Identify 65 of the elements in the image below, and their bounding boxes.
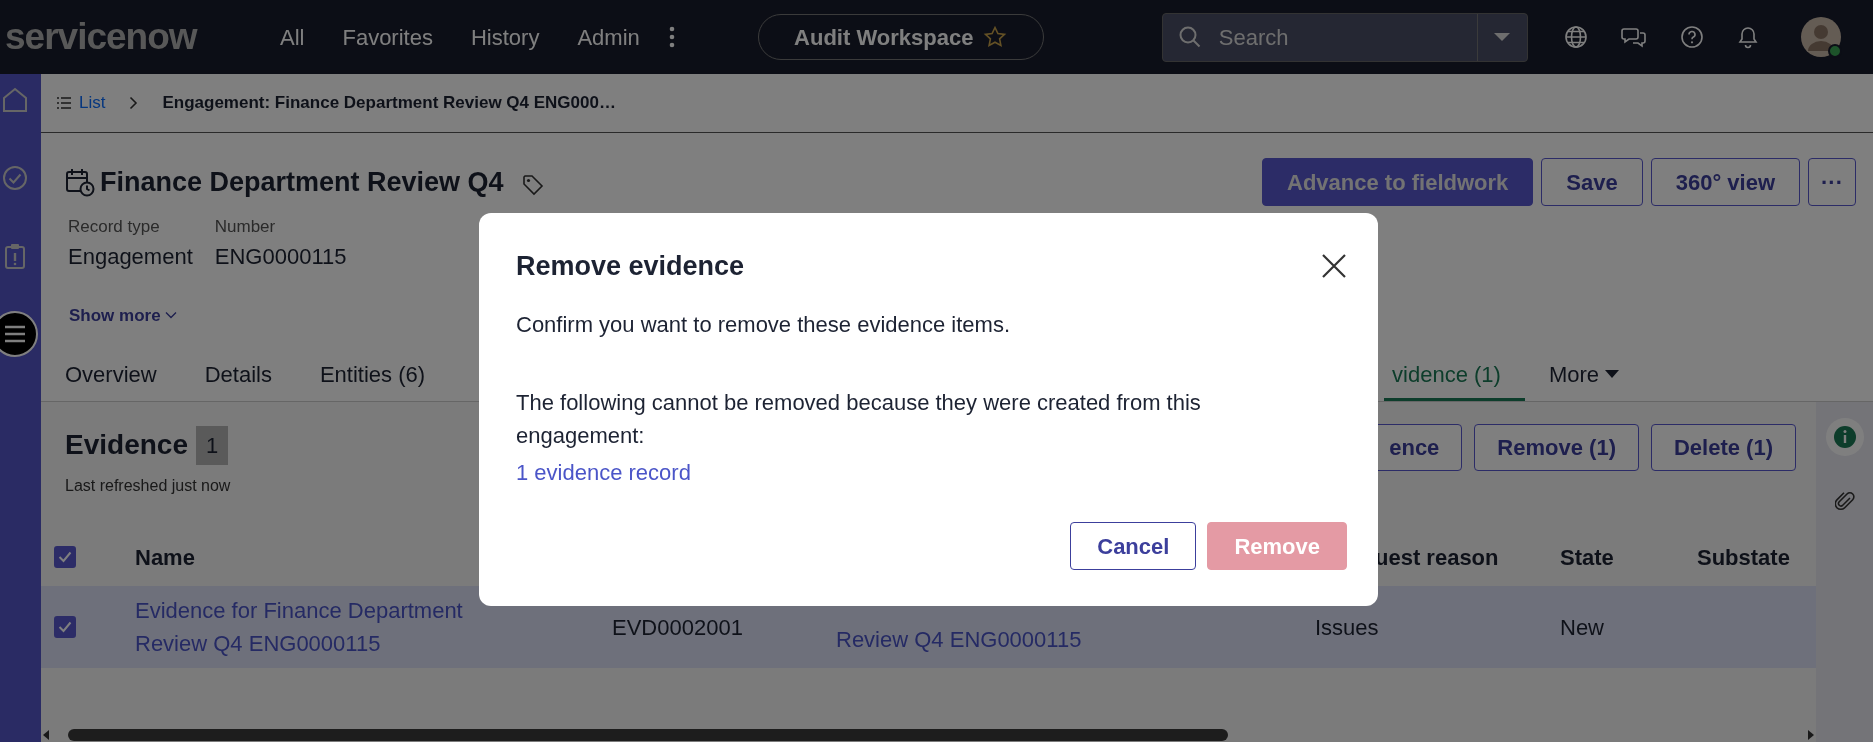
paperclip-icon[interactable] (1834, 489, 1855, 513)
calendar-clock-icon (65, 167, 95, 197)
toolbar-button[interactable]: Remove (1) (1474, 424, 1639, 471)
table-cell-text: New (1560, 613, 1604, 642)
tab[interactable]: Overview (65, 350, 181, 401)
nav-link[interactable]: History (470, 20, 540, 54)
action-button[interactable]: 360° view (1650, 158, 1800, 206)
field-value: ENG0000115 (214, 242, 347, 271)
tab[interactable]: Entities (6) (295, 350, 450, 401)
section-title: Evidence (65, 428, 188, 462)
dialog-note: The following cannot be removed because they were created from this engagement: (516, 389, 1202, 451)
bell-icon[interactable] (1736, 25, 1759, 49)
search-input[interactable]: Search (1216, 19, 1477, 55)
field-label: Number (214, 216, 277, 238)
column-header[interactable]: Name (135, 540, 195, 574)
chevron-down-icon (164, 311, 177, 320)
dialog-message: Confirm you want to remove these evidence items. (516, 311, 1011, 340)
dialog-title: Remove evidence (516, 250, 745, 283)
show-more-link[interactable]: Show more (69, 302, 177, 328)
tab[interactable]: More (1524, 350, 1643, 401)
check-circle-icon (1, 164, 29, 192)
table-cell-text: Issues (1315, 613, 1379, 642)
sidebar-button[interactable] (0, 311, 38, 357)
action-button[interactable]: ··· (1808, 158, 1856, 206)
help-icon[interactable] (1679, 25, 1704, 49)
star-icon[interactable] (983, 25, 1008, 49)
checkbox[interactable] (54, 546, 76, 568)
evidence-link[interactable]: 1 evidence record (516, 456, 691, 490)
checkmark-icon (58, 621, 72, 633)
nav-link[interactable]: Favorites (342, 20, 433, 54)
nav-link[interactable]: Admin (577, 20, 640, 54)
close-button[interactable] (1321, 253, 1347, 280)
globe-icon[interactable] (1563, 25, 1588, 49)
field-label: Record type (68, 216, 161, 238)
action-button[interactable]: Save (1541, 158, 1643, 206)
record-title: Finance Department Review Q4 (100, 165, 504, 199)
field-value: Engagement (68, 242, 193, 271)
breadcrumb-link[interactable]: List (57, 90, 106, 116)
toolbar-button[interactable]: Delete (1) (1650, 424, 1796, 471)
search-box[interactable]: Search (1161, 12, 1528, 62)
refresh-status: Last refreshed just now (65, 476, 231, 496)
tab[interactable]: Details (180, 350, 296, 401)
nav-link[interactable]: All (280, 20, 305, 54)
more-options-icon[interactable] (667, 26, 676, 48)
checkmark-icon (58, 551, 72, 563)
logo[interactable]: servicenow (5, 9, 280, 65)
count-badge: 1 (195, 425, 229, 465)
avatar[interactable] (1799, 16, 1842, 58)
checkbox[interactable] (54, 616, 76, 638)
table-cell-text: EVD0002001 (612, 613, 743, 642)
dialog-button[interactable]: Cancel (1070, 522, 1197, 571)
record-link[interactable]: Evidence for Finance Department Review Q4 ENG0000115 (135, 594, 465, 660)
chat-icon[interactable] (1620, 25, 1647, 49)
column-header[interactable]: State (1560, 540, 1614, 574)
record-link[interactable]: Review Q4 ENG0000115 (836, 623, 1082, 656)
chevron-right-icon (129, 96, 139, 110)
horizontal-scrollbar[interactable] (41, 728, 1816, 742)
breadcrumb-current: Engagement: Finance Department Review Q4 ENG000… (162, 92, 616, 115)
action-button[interactable]: Advance to fieldwork (1262, 158, 1534, 206)
home-icon (1, 86, 29, 114)
column-header[interactable]: Substate (1697, 540, 1790, 574)
list-icon (57, 97, 71, 109)
info-icon[interactable] (1824, 417, 1865, 457)
tag-icon[interactable] (521, 174, 544, 196)
caret-down-icon[interactable] (1493, 32, 1512, 42)
